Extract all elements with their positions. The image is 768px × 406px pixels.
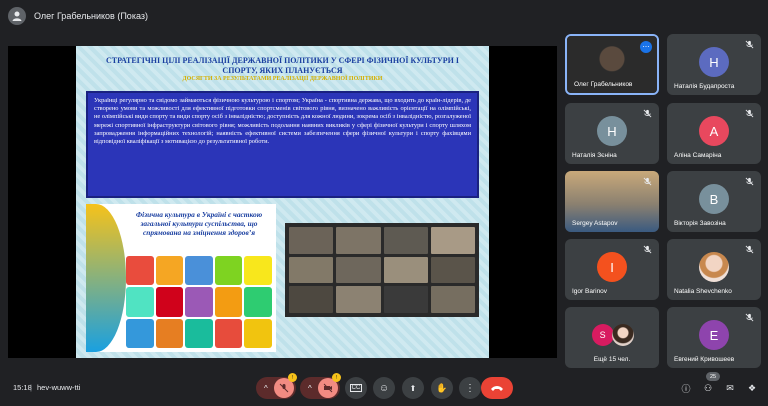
meeting-info-button[interactable]: ⓘ (680, 382, 692, 394)
participant-tile[interactable]: Н Наталія Будапроста (667, 34, 761, 95)
captions-icon: CC (349, 384, 363, 392)
top-bar: Олег Грабельников (Показ) (0, 0, 768, 32)
more-options-icon[interactable]: ⋯ (640, 41, 652, 53)
participant-name: Олег Грабельников (574, 81, 633, 88)
hang-up-icon (491, 386, 503, 391)
avatar: В (699, 184, 729, 215)
bottom-control-bar: 15:18 | hev-wuww-tti ^ ! ^ ! CC ☺ ⬆ ✋ ⋮ … (0, 370, 768, 406)
avatar-photo (699, 252, 729, 283)
slide-body-text: Українці регулярно та свідомо займаються… (94, 97, 471, 146)
avatar: Е (699, 320, 729, 351)
person-icon (12, 11, 22, 21)
activities-button[interactable]: ❖ (746, 382, 758, 394)
mic-alert-badge: ! (288, 373, 297, 382)
mic-off-icon (643, 177, 652, 186)
chevron-up-icon[interactable]: ^ (264, 384, 268, 393)
participant-tile[interactable]: Н Наталія Зєніна (565, 103, 659, 164)
participant-count-badge: 25 (706, 372, 720, 381)
presenter-avatar (8, 7, 26, 25)
presentation-stage[interactable]: СТРАТЕГІЧНІ ЦІЛІ РЕАЛІЗАЦІЇ ДЕРЖАВНОЇ ПО… (8, 46, 557, 358)
infographic-caption: Фізична культура в Україні є часткою заг… (135, 210, 263, 237)
hand-icon: ✋ (436, 382, 448, 393)
decorative-swoosh (86, 204, 126, 352)
participant-tile[interactable]: А Аліна Самаріна (667, 103, 761, 164)
people-button[interactable]: ⚇ (702, 382, 714, 394)
participant-name: Igor Barinov (572, 288, 608, 295)
chevron-up-icon[interactable]: ^ (308, 384, 312, 393)
participant-name: Наталія Зєніна (572, 152, 617, 159)
participant-tile[interactable]: Е Евгений Кривошеев (667, 307, 761, 368)
mic-off-icon (745, 109, 754, 118)
avatar: А (699, 116, 729, 147)
mic-off-icon (745, 177, 754, 186)
slide-text-box: Українці регулярно та свідомо займаються… (86, 91, 479, 198)
mic-off-icon (745, 245, 754, 254)
info-icon: ⓘ (681, 383, 691, 394)
slide-subtitle: ДОСЯГТИ ЗА РЕЗУЛЬТАТАМИ РЕАЛІЗАЦІЇ ДЕРЖА… (182, 76, 383, 82)
participant-tile-others[interactable]: S Ещё 15 чел. (565, 307, 659, 368)
avatar-photo (612, 324, 635, 347)
participant-tile[interactable]: I Igor Barinov (565, 239, 659, 300)
separator: | (30, 383, 32, 392)
mic-off-icon (279, 383, 289, 393)
more-options-button[interactable]: ⋮ (459, 377, 481, 399)
participant-name: Вікторія Завозіна (674, 220, 726, 227)
others-count-label: Ещё 15 чел. (593, 356, 631, 363)
participant-name: Sergey Astapov (572, 220, 618, 227)
people-icon: ⚇ (703, 382, 713, 393)
shared-slide: СТРАТЕГІЧНІ ЦІЛІ РЕАЛІЗАЦІЇ ДЕРЖАВНОЇ ПО… (76, 46, 489, 358)
slide-infographic: Фізична культура в Україні є часткою заг… (86, 204, 276, 352)
sports-illustration (126, 256, 272, 348)
activities-icon: ❖ (747, 382, 757, 393)
participant-name: Аліна Самаріна (674, 152, 722, 159)
meeting-code: hev-wuww-tti (37, 383, 81, 392)
raise-hand-button[interactable]: ✋ (431, 377, 453, 399)
participant-name: Natalia Shevchenko (674, 288, 732, 295)
chat-icon: ✉ (726, 382, 734, 393)
participant-tile[interactable]: В Вікторія Завозіна (667, 171, 761, 232)
more-vert-icon: ⋮ (465, 382, 475, 394)
avatar: Н (699, 47, 729, 78)
clock: 15:18 (13, 383, 32, 392)
participant-tile[interactable]: Natalia Shevchenko (667, 239, 761, 300)
emoji-icon: ☺ (378, 382, 390, 394)
present-button[interactable]: ⬆ (402, 377, 424, 399)
participant-name: Евгений Кривошеев (674, 356, 735, 363)
embedded-video-conference (285, 223, 479, 317)
leave-call-button[interactable] (481, 377, 513, 399)
captions-button[interactable]: CC (345, 377, 367, 399)
chat-button[interactable]: ✉ (724, 382, 736, 394)
slide-title: СТРАТЕГІЧНІ ЦІЛІ РЕАЛІЗАЦІЇ ДЕРЖАВНОЇ ПО… (105, 56, 460, 75)
camera-alert-badge: ! (332, 373, 341, 382)
avatar: Н (597, 116, 627, 147)
presenter-title: Олег Грабельников (Показ) (34, 11, 148, 21)
present-screen-icon: ⬆ (409, 383, 417, 393)
participant-tile[interactable]: Sergey Astapov (565, 171, 659, 232)
mic-off-icon (643, 245, 652, 254)
avatar: S (591, 324, 614, 347)
avatar: I (597, 252, 627, 283)
participant-name: Наталія Будапроста (674, 83, 735, 90)
participant-tile-presenter[interactable]: ⋯ Олег Грабельников (565, 34, 659, 95)
emoji-button[interactable]: ☺ (373, 377, 395, 399)
mic-off-icon (643, 109, 652, 118)
mic-off-icon (745, 40, 754, 49)
mic-off-icon (745, 313, 754, 322)
camera-off-icon (323, 383, 333, 393)
